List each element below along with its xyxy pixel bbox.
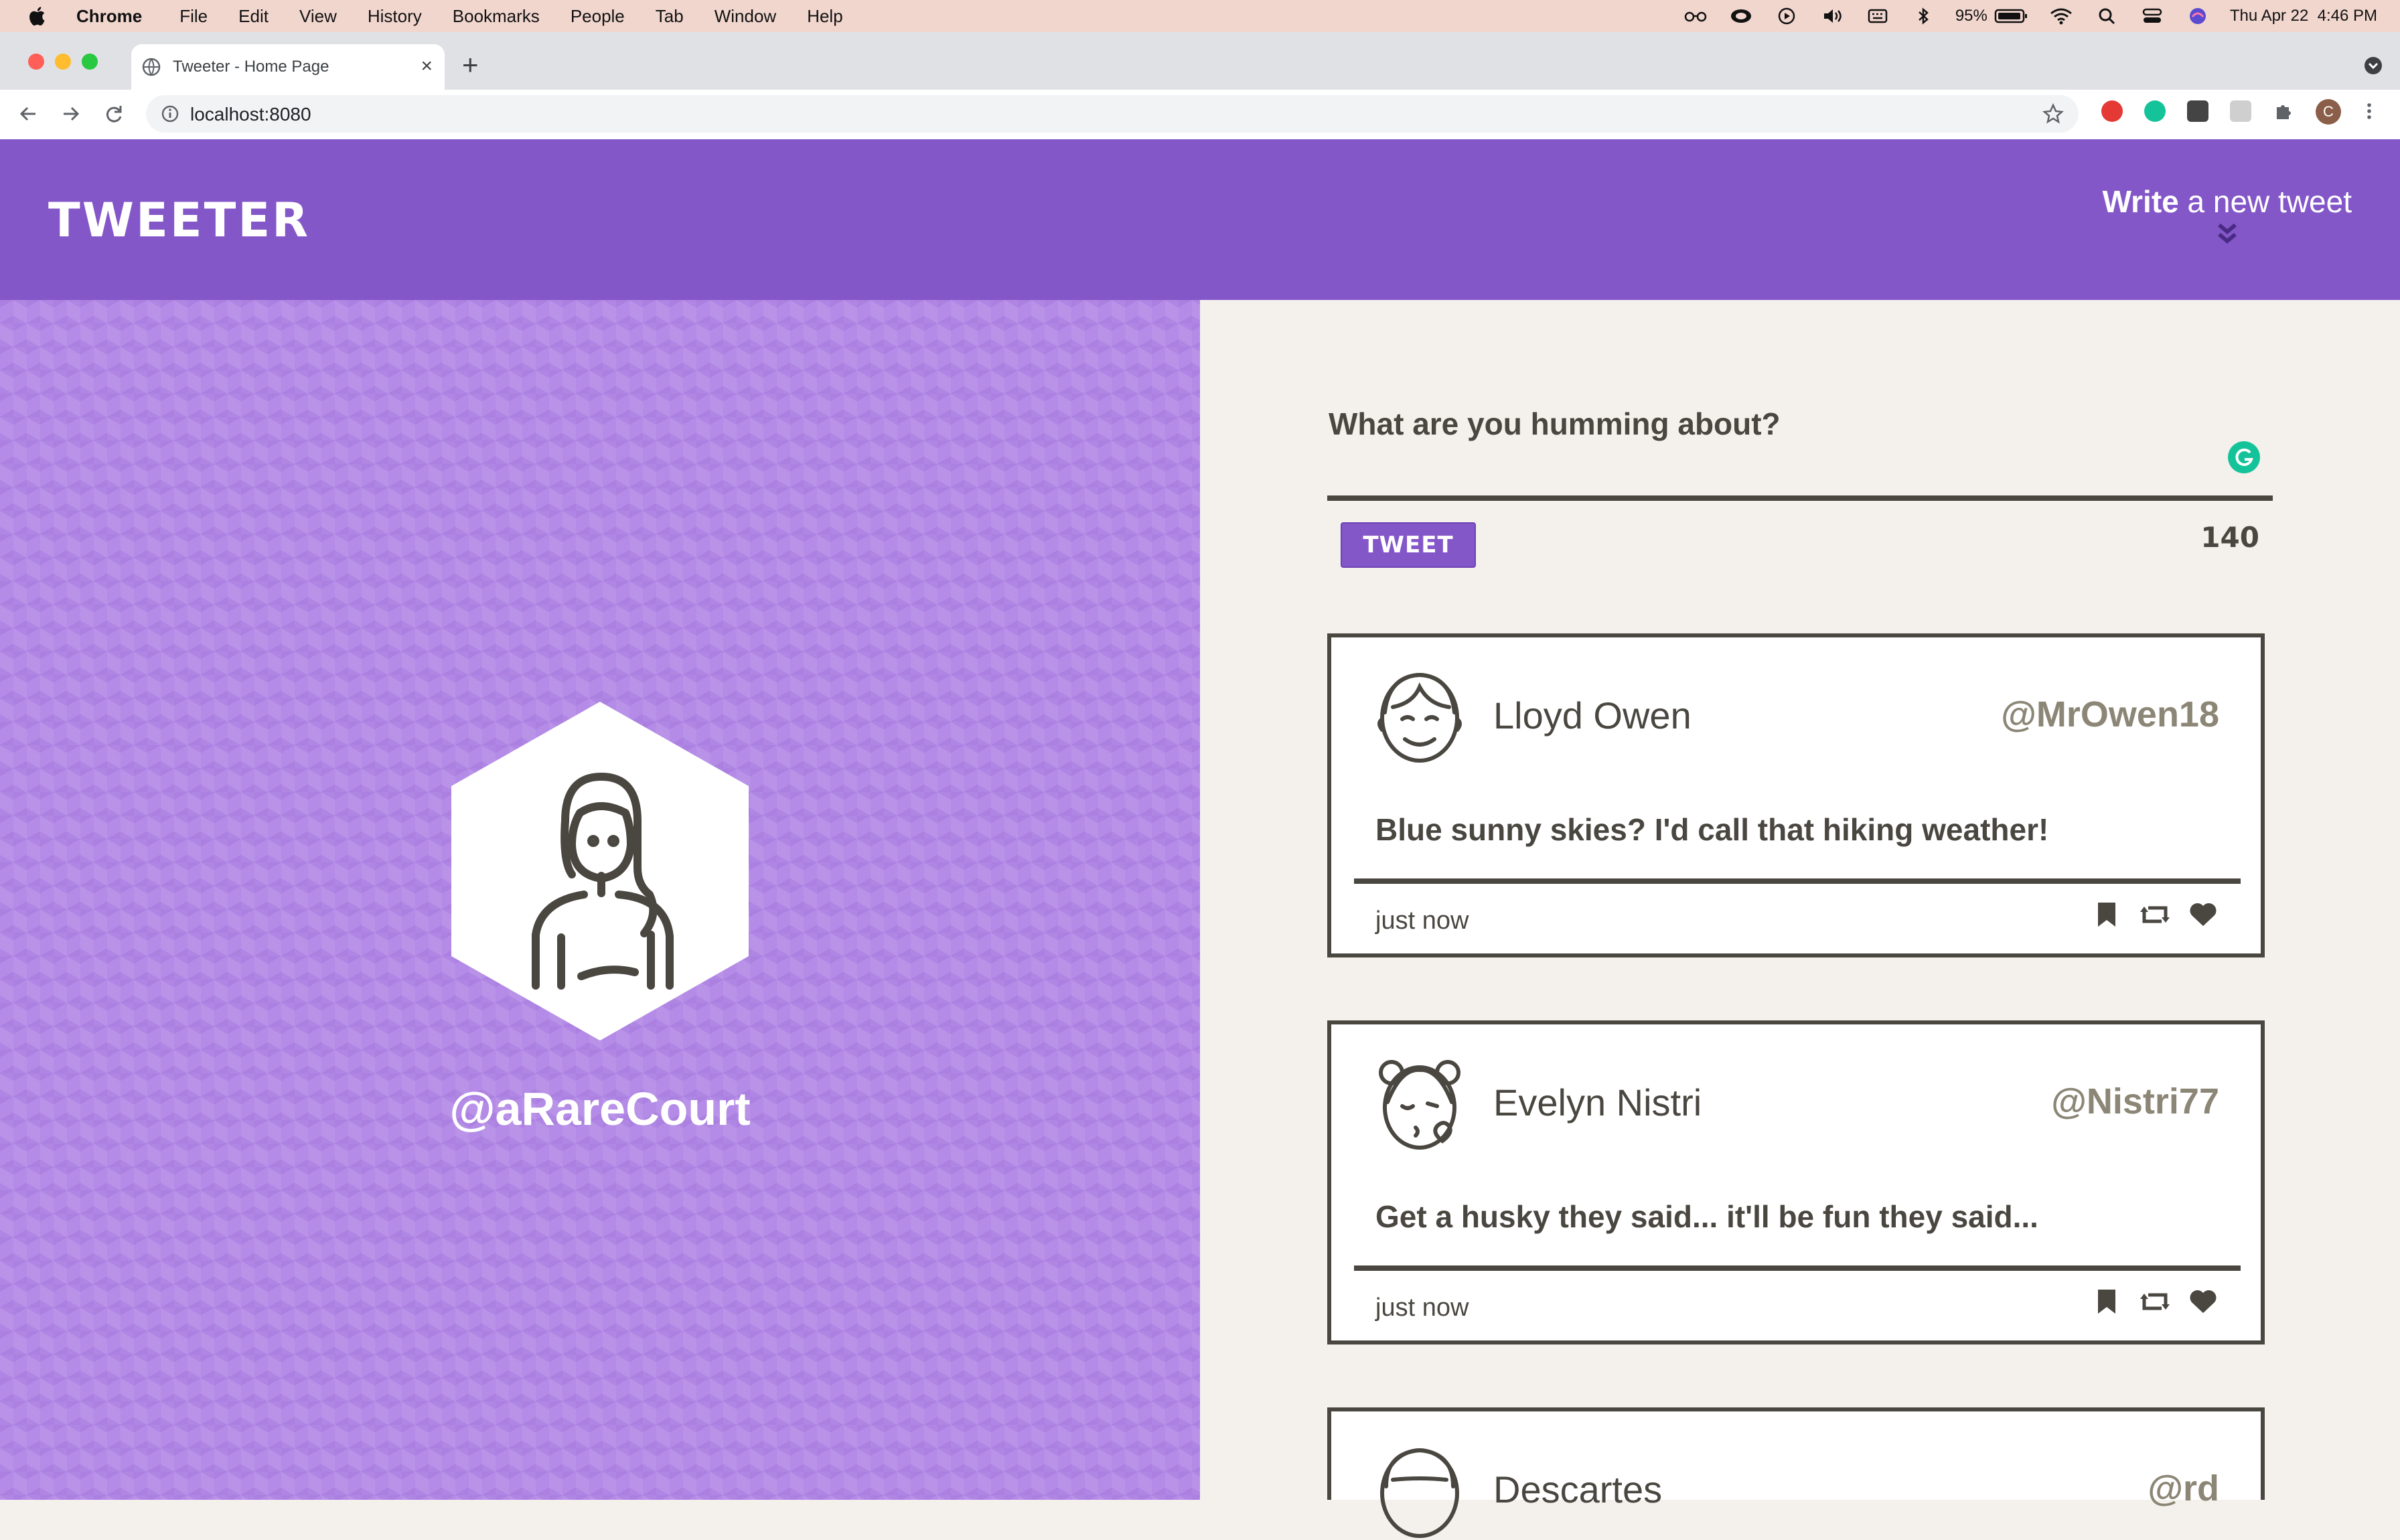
menu-edit[interactable]: Edit: [238, 6, 269, 27]
keyboard-icon[interactable]: [1866, 7, 1890, 25]
menu-people[interactable]: People: [571, 6, 625, 27]
menu-window[interactable]: Window: [715, 6, 776, 27]
site-logo[interactable]: TWEETER: [48, 193, 310, 248]
tab-title: Tweeter - Home Page: [173, 58, 329, 76]
generic-extension-icon[interactable]: [2230, 100, 2251, 122]
tweet-divider: [1354, 878, 2241, 884]
write-new-tweet-button[interactable]: Write a new tweet: [2103, 183, 2352, 249]
siri-icon[interactable]: [2186, 7, 2210, 25]
tweet-author-name: Lloyd Owen: [1493, 694, 1692, 737]
profile-handle: @aRareCourt: [449, 1083, 751, 1135]
write-label-bold: Write: [2102, 184, 2179, 219]
play-icon[interactable]: [1775, 7, 1799, 25]
girl-avatar-icon: [1379, 1060, 1460, 1150]
wifi-icon[interactable]: [2049, 7, 2073, 25]
battery-percent: 95%: [1955, 7, 1987, 25]
tweet-timestamp: just now: [1375, 907, 1469, 935]
heart-icon[interactable]: [2187, 1286, 2219, 1318]
battery-icon[interactable]: [1994, 7, 2028, 25]
menubar-clock[interactable]: Thu Apr 22 4:46 PM: [2230, 7, 2377, 25]
man-avatar-icon: [1377, 672, 1462, 763]
site-header: TWEETER Write a new tweet: [0, 139, 2400, 300]
apple-icon[interactable]: [27, 4, 50, 28]
bookmark-icon[interactable]: [2091, 1286, 2123, 1318]
write-label-rest: a new tweet: [2178, 184, 2352, 219]
new-tab-icon[interactable]: +: [462, 51, 479, 79]
tweet-content: Get a husky they said... it'll be fun th…: [1375, 1199, 2038, 1234]
reload-icon[interactable]: [100, 100, 127, 127]
address-bar[interactable]: localhost:8080: [146, 95, 2079, 133]
tweet-content: Blue sunny skies? I'd call that hiking w…: [1375, 812, 2049, 847]
volume-icon[interactable]: [1820, 7, 1844, 25]
heart-icon[interactable]: [2187, 899, 2219, 931]
bookmark-star-icon[interactable]: [2042, 103, 2064, 125]
status-area: 95% Thu Apr 22 4:46 PM: [1662, 0, 2377, 32]
window-close-button[interactable]: [28, 54, 44, 70]
browser-tab-active[interactable]: Tweeter - Home Page ×: [131, 44, 445, 90]
forward-icon[interactable]: [58, 100, 84, 127]
tweet-author-name: Evelyn Nistri: [1493, 1081, 1702, 1124]
glasses-icon[interactable]: [1683, 7, 1708, 25]
grammarly-extension-icon[interactable]: [2144, 100, 2166, 122]
tweet-actions: [2091, 899, 2219, 931]
menu-bookmarks[interactable]: Bookmarks: [453, 6, 540, 27]
browser-menu-icon[interactable]: [2358, 100, 2380, 122]
url-text[interactable]: localhost:8080: [190, 104, 311, 125]
retweet-icon[interactable]: [2139, 1286, 2171, 1318]
menu-items: Chrome File Edit View History Bookmarks …: [76, 0, 874, 32]
tweet-author-handle[interactable]: @MrOwen18: [2001, 694, 2219, 735]
composer-underline: [1327, 495, 2273, 501]
site-info-icon[interactable]: [161, 104, 179, 123]
user-avatar: [451, 702, 749, 1041]
profile-avatar[interactable]: C: [2316, 99, 2341, 125]
adblock-extension-icon[interactable]: [2101, 100, 2123, 122]
new-extension-icon[interactable]: [2187, 100, 2208, 122]
globe-icon: [142, 58, 161, 76]
creative-cloud-icon[interactable]: [1729, 7, 1753, 25]
tweet-timestamp: just now: [1375, 1294, 1469, 1322]
grammarly-icon[interactable]: [2227, 441, 2261, 474]
browser-toolbar: localhost:8080 C: [0, 90, 2400, 141]
menu-file[interactable]: File: [179, 6, 208, 27]
tweet-submit-button[interactable]: TWEET: [1341, 522, 1476, 568]
tweet-divider: [1354, 1265, 2241, 1271]
menu-help[interactable]: Help: [807, 6, 842, 27]
profile-initial: C: [2323, 103, 2334, 120]
tweet-card: Evelyn Nistri @Nistri77 Get a husky they…: [1327, 1020, 2265, 1344]
bookmark-icon[interactable]: [2091, 899, 2123, 931]
person-avatar-icon: [1380, 1448, 1459, 1538]
tweet-card: Descartes @rd: [1327, 1407, 2265, 1538]
retweet-icon[interactable]: [2139, 899, 2171, 931]
macos-menu-bar: Chrome File Edit View History Bookmarks …: [0, 0, 2400, 32]
window-zoom-button[interactable]: [82, 54, 98, 70]
tab-search-chevron-icon[interactable]: [2364, 56, 2383, 75]
tweet-author-handle[interactable]: @rd: [2148, 1468, 2219, 1509]
back-icon[interactable]: [15, 100, 42, 127]
control-center-icon[interactable]: [2140, 7, 2164, 25]
character-counter: 140: [2200, 521, 2259, 554]
tweet-card: Lloyd Owen @MrOwen18 Blue sunny skies? I…: [1327, 633, 2265, 957]
spotlight-search-icon[interactable]: [2095, 7, 2119, 25]
write-label: Write a new tweet: [2103, 184, 2352, 219]
tweet-author-name: Descartes: [1493, 1468, 1663, 1511]
tab-close-icon[interactable]: ×: [421, 56, 433, 76]
bluetooth-icon[interactable]: [1911, 7, 1935, 25]
tweet-composer-input[interactable]: What are you humming about?: [1329, 406, 1781, 442]
menu-app-name[interactable]: Chrome: [76, 6, 142, 27]
menu-tab[interactable]: Tab: [656, 6, 684, 27]
menu-view[interactable]: View: [299, 6, 337, 27]
double-chevron-down-icon: [2217, 223, 2237, 244]
extensions-puzzle-icon[interactable]: [2273, 100, 2294, 122]
tweet-author-handle[interactable]: @Nistri77: [2051, 1081, 2219, 1122]
tweet-actions: [2091, 1286, 2219, 1318]
menu-history[interactable]: History: [368, 6, 422, 27]
window-minimize-button[interactable]: [55, 54, 71, 70]
